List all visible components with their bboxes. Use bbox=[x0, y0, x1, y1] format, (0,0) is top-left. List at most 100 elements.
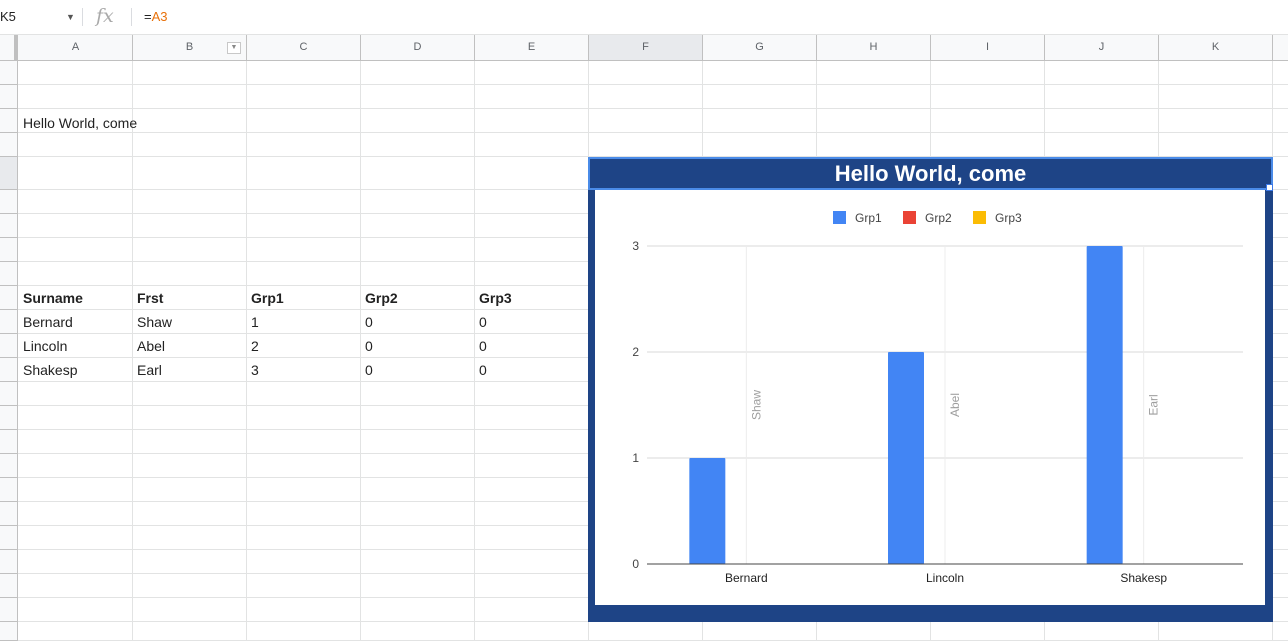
bar-grp1 bbox=[888, 352, 924, 564]
column-header-row: A B ▼ C D E F G H I J K bbox=[0, 35, 1288, 61]
row-header[interactable] bbox=[0, 109, 18, 133]
row-header[interactable] bbox=[0, 61, 18, 85]
legend-label: Grp1 bbox=[855, 211, 882, 225]
row-header[interactable] bbox=[0, 358, 18, 382]
y-tick-label: 2 bbox=[632, 345, 639, 359]
table-header-cell[interactable]: Grp2 bbox=[365, 290, 398, 306]
row-header[interactable] bbox=[0, 157, 18, 190]
chevron-down-icon[interactable]: ▼ bbox=[66, 6, 75, 28]
row-header[interactable] bbox=[0, 478, 18, 502]
table-cell[interactable]: 0 bbox=[479, 314, 487, 330]
table-cell[interactable]: 0 bbox=[365, 362, 373, 378]
chart[interactable]: Hello World, come 0 1 2 3 Bernard Shaw Lincoln… bbox=[588, 157, 1273, 622]
column-gridline bbox=[360, 61, 361, 641]
row-header[interactable] bbox=[0, 334, 18, 358]
table-cell[interactable]: Earl bbox=[137, 362, 162, 378]
row-header[interactable] bbox=[0, 454, 18, 478]
y-tick-label: 3 bbox=[632, 239, 639, 253]
name-box[interactable]: K5 ▼ bbox=[0, 6, 80, 28]
legend-swatch-grp1 bbox=[833, 211, 846, 224]
row-header[interactable] bbox=[0, 382, 18, 406]
table-header-cell[interactable]: Surname bbox=[23, 290, 83, 306]
row-header[interactable] bbox=[0, 310, 18, 334]
chart-title-selection bbox=[588, 157, 1273, 190]
separator bbox=[82, 8, 83, 26]
separator bbox=[131, 8, 132, 26]
table-header-cell[interactable]: Grp3 bbox=[479, 290, 512, 306]
table-cell[interactable]: 3 bbox=[251, 362, 259, 378]
formula-input[interactable]: =A3 bbox=[144, 9, 168, 24]
bar-annotation: Abel bbox=[948, 393, 962, 417]
row-header[interactable] bbox=[0, 133, 18, 157]
column-gridline bbox=[474, 61, 475, 641]
column-header-j[interactable]: J bbox=[1045, 35, 1159, 60]
column-header-g[interactable]: G bbox=[703, 35, 817, 60]
row-header[interactable] bbox=[0, 430, 18, 454]
column-header-k[interactable]: K bbox=[1159, 35, 1273, 60]
bar-annotation: Earl bbox=[1147, 394, 1161, 415]
row-gridline bbox=[18, 108, 1288, 109]
legend-swatch-grp2 bbox=[903, 211, 916, 224]
table-cell[interactable]: Shaw bbox=[137, 314, 172, 330]
bar-grp1 bbox=[689, 458, 726, 564]
column-gridline bbox=[132, 61, 133, 641]
y-tick-label: 1 bbox=[632, 451, 639, 465]
y-tick-label: 0 bbox=[632, 557, 639, 571]
column-header-b[interactable]: B ▼ bbox=[133, 35, 247, 60]
legend-label: Grp2 bbox=[925, 211, 952, 225]
column-header-i[interactable]: I bbox=[931, 35, 1045, 60]
row-header[interactable] bbox=[0, 262, 18, 286]
table-cell[interactable]: 0 bbox=[479, 362, 487, 378]
column-header-c[interactable]: C bbox=[247, 35, 361, 60]
select-all-corner[interactable] bbox=[0, 35, 18, 60]
column-header-f[interactable]: F bbox=[589, 35, 703, 60]
table-cell[interactable]: 0 bbox=[365, 314, 373, 330]
column-header-a[interactable]: A bbox=[19, 35, 133, 60]
table-cell[interactable]: 2 bbox=[251, 338, 259, 354]
row-gridline bbox=[18, 132, 1288, 133]
row-header[interactable] bbox=[0, 526, 18, 550]
row-header[interactable] bbox=[0, 406, 18, 430]
bar-grp1 bbox=[1086, 246, 1123, 564]
row-header[interactable] bbox=[0, 598, 18, 622]
x-tick-label: Bernard bbox=[725, 571, 768, 585]
row-header[interactable] bbox=[0, 622, 18, 641]
row-header[interactable] bbox=[0, 550, 18, 574]
table-header-cell[interactable]: Grp1 bbox=[251, 290, 284, 306]
formula-reference: A3 bbox=[151, 9, 168, 24]
legend-swatch-grp3 bbox=[973, 211, 986, 224]
row-header[interactable] bbox=[0, 286, 18, 310]
filter-dropdown-icon[interactable]: ▼ bbox=[227, 42, 241, 54]
table-cell[interactable]: 0 bbox=[365, 338, 373, 354]
plot-area: 0 1 2 3 Bernard Shaw Lincoln Abel Shakesp Earl Grp… bbox=[595, 190, 1265, 605]
row-header[interactable] bbox=[0, 238, 18, 262]
table-cell[interactable]: 0 bbox=[479, 338, 487, 354]
table-cell[interactable]: Abel bbox=[137, 338, 165, 354]
legend-label: Grp3 bbox=[995, 211, 1022, 225]
row-header[interactable] bbox=[0, 214, 18, 238]
row-header[interactable] bbox=[0, 502, 18, 526]
column-gridline bbox=[246, 61, 247, 641]
column-header-d[interactable]: D bbox=[361, 35, 475, 60]
row-gridline bbox=[18, 84, 1288, 85]
row-header[interactable] bbox=[0, 574, 18, 598]
column-header-h[interactable]: H bbox=[817, 35, 931, 60]
chart-resize-handle[interactable] bbox=[1266, 184, 1273, 191]
bar-annotation: Shaw bbox=[749, 390, 763, 420]
chart-svg: 0 1 2 3 Bernard Shaw Lincoln Abel Shakesp Earl Grp… bbox=[632, 211, 1243, 585]
name-box-value: K5 bbox=[0, 9, 16, 24]
cell-a3[interactable]: Hello World, come bbox=[23, 115, 137, 131]
formula-bar: K5 ▼ fx =A3 bbox=[0, 0, 1288, 35]
table-cell[interactable]: Bernard bbox=[23, 314, 73, 330]
x-tick-label: Shakesp bbox=[1120, 571, 1167, 585]
row-header[interactable] bbox=[0, 190, 18, 214]
row-header[interactable] bbox=[0, 85, 18, 109]
table-cell[interactable]: Shakesp bbox=[23, 362, 77, 378]
table-header-cell[interactable]: Frst bbox=[137, 290, 163, 306]
table-cell[interactable]: Lincoln bbox=[23, 338, 67, 354]
x-tick-label: Lincoln bbox=[926, 571, 964, 585]
column-header-e[interactable]: E bbox=[475, 35, 589, 60]
formula-prefix: = bbox=[144, 9, 152, 24]
table-cell[interactable]: 1 bbox=[251, 314, 259, 330]
fx-icon: fx bbox=[96, 5, 114, 27]
